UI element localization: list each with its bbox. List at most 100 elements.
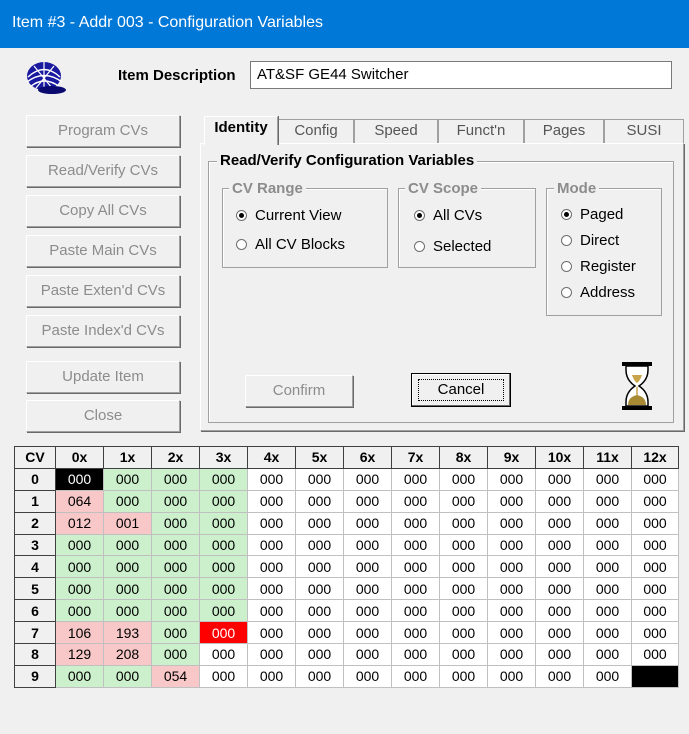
tab-speed[interactable]: Speed — [354, 119, 438, 143]
cv-cell[interactable]: 000 — [391, 489, 440, 513]
cv-cell[interactable]: 000 — [295, 599, 344, 623]
cv-cell[interactable]: 000 — [583, 511, 632, 535]
cv-cell[interactable]: 000 — [487, 555, 536, 579]
item-description-input[interactable]: AT&SF GE44 Switcher — [250, 61, 672, 89]
cv-row-header[interactable]: 2 — [14, 511, 56, 535]
cv-cell[interactable]: 000 — [151, 643, 200, 666]
cv-row-header[interactable]: 3 — [14, 533, 56, 557]
cv-cell[interactable]: 000 — [55, 533, 104, 557]
cv-cell[interactable]: 000 — [439, 621, 488, 645]
cv-cell[interactable]: 000 — [151, 467, 200, 491]
cv-cell[interactable]: 000 — [391, 467, 440, 491]
cv-cell[interactable]: 000 — [295, 511, 344, 535]
cv-cell[interactable]: 000 — [343, 577, 392, 601]
cv-cell[interactable]: 000 — [535, 467, 584, 491]
cv-cell[interactable]: 000 — [151, 599, 200, 623]
cv-cell[interactable]: 000 — [295, 577, 344, 601]
cv-cell[interactable]: 000 — [583, 489, 632, 513]
cv-cell[interactable]: 000 — [295, 664, 344, 688]
cv-cell[interactable]: 000 — [199, 489, 248, 513]
close-button[interactable]: Close — [26, 400, 180, 432]
cv-cell[interactable]: 000 — [151, 533, 200, 557]
cv-cell[interactable]: 000 — [631, 489, 679, 513]
cv-cell[interactable]: 000 — [631, 643, 679, 666]
cv-cell[interactable]: 000 — [199, 511, 248, 535]
cv-row-header[interactable]: 7 — [14, 621, 56, 645]
cv-cell[interactable]: 000 — [583, 664, 632, 688]
cv-cell[interactable]: 000 — [391, 555, 440, 579]
radio-register[interactable]: Register — [561, 258, 636, 276]
cv-cell[interactable]: 000 — [631, 555, 679, 579]
radio-direct[interactable]: Direct — [561, 232, 619, 250]
paste-extended-cvs-button[interactable]: Paste Exten'd CVs — [26, 275, 180, 307]
update-item-button[interactable]: Update Item — [26, 361, 180, 393]
cv-cell[interactable]: 000 — [391, 577, 440, 601]
cv-cell[interactable]: 000 — [439, 643, 488, 666]
radio-paged[interactable]: Paged — [561, 206, 623, 224]
cv-cell[interactable]: 000 — [247, 621, 296, 645]
cv-row-header[interactable]: 0 — [14, 467, 56, 491]
tab-pages[interactable]: Pages — [524, 119, 604, 143]
cv-column-header[interactable]: 6x — [343, 446, 392, 469]
cv-cell[interactable]: 000 — [391, 643, 440, 666]
cv-row-header[interactable]: 4 — [14, 555, 56, 579]
tab-config[interactable]: Config — [278, 119, 354, 143]
cv-column-header[interactable]: 8x — [439, 446, 488, 469]
cv-column-header[interactable]: 1x — [103, 446, 152, 469]
cv-cell[interactable]: 000 — [535, 511, 584, 535]
cv-cell[interactable]: 000 — [583, 577, 632, 601]
confirm-button[interactable]: Confirm — [245, 375, 353, 407]
cv-cell[interactable]: 000 — [247, 664, 296, 688]
cv-cell[interactable]: 000 — [583, 643, 632, 666]
cv-cell[interactable]: 000 — [535, 599, 584, 623]
cv-cell[interactable]: 000 — [391, 621, 440, 645]
cv-cell[interactable]: 000 — [439, 533, 488, 557]
cv-cell[interactable]: 000 — [583, 467, 632, 491]
cv-cell[interactable]: 000 — [151, 489, 200, 513]
cv-cell[interactable]: 000 — [295, 533, 344, 557]
cv-column-header[interactable]: 4x — [247, 446, 296, 469]
cv-cell[interactable]: 000 — [391, 533, 440, 557]
cv-cell[interactable]: 106 — [55, 621, 104, 645]
cv-cell[interactable]: 000 — [199, 533, 248, 557]
cv-cell[interactable]: 000 — [55, 577, 104, 601]
cv-column-header[interactable]: 10x — [535, 446, 584, 469]
tab-identity[interactable]: Identity — [204, 116, 278, 145]
cv-cell[interactable]: 000 — [535, 664, 584, 688]
cv-cell[interactable]: 000 — [247, 467, 296, 491]
cv-column-header[interactable]: 9x — [487, 446, 536, 469]
cv-cell[interactable]: 000 — [535, 643, 584, 666]
cv-cell[interactable]: 000 — [343, 533, 392, 557]
cv-cell[interactable]: 064 — [55, 489, 104, 513]
cv-column-header[interactable]: 5x — [295, 446, 344, 469]
cv-cell[interactable]: 000 — [247, 643, 296, 666]
radio-selected[interactable]: Selected — [414, 238, 491, 256]
read-verify-cvs-button[interactable]: Read/Verify CVs — [26, 155, 180, 187]
cv-cell[interactable]: 000 — [151, 555, 200, 579]
cv-cell[interactable]: 000 — [343, 643, 392, 666]
cv-cell[interactable]: 000 — [199, 467, 248, 491]
cv-cell[interactable]: 129 — [55, 643, 104, 666]
cv-cell[interactable]: 000 — [343, 511, 392, 535]
cv-cell[interactable]: 000 — [631, 599, 679, 623]
cv-cell[interactable]: 000 — [487, 643, 536, 666]
radio-all-cv-blocks[interactable]: All CV Blocks — [236, 236, 345, 254]
cv-cell[interactable]: 001 — [103, 511, 152, 535]
cv-cell[interactable]: 000 — [199, 599, 248, 623]
tab-susi[interactable]: SUSI — [604, 119, 684, 143]
cv-cell[interactable]: 000 — [535, 577, 584, 601]
cv-cell[interactable]: 000 — [295, 555, 344, 579]
cv-cell[interactable]: 193 — [103, 621, 152, 645]
cv-cell[interactable]: 000 — [439, 555, 488, 579]
cv-cell[interactable]: 000 — [487, 533, 536, 557]
cv-cell[interactable]: 000 — [583, 555, 632, 579]
radio-all-cvs[interactable]: All CVs — [414, 207, 482, 225]
cv-cell[interactable]: 000 — [535, 489, 584, 513]
cv-cell[interactable]: 000 — [199, 643, 248, 666]
cv-cell[interactable]: 000 — [151, 577, 200, 601]
cv-cell[interactable]: 000 — [199, 555, 248, 579]
cv-cell[interactable]: 000 — [439, 664, 488, 688]
cv-cell[interactable]: 000 — [295, 643, 344, 666]
cv-cell[interactable]: 000 — [439, 467, 488, 491]
cv-cell[interactable]: 000 — [391, 599, 440, 623]
